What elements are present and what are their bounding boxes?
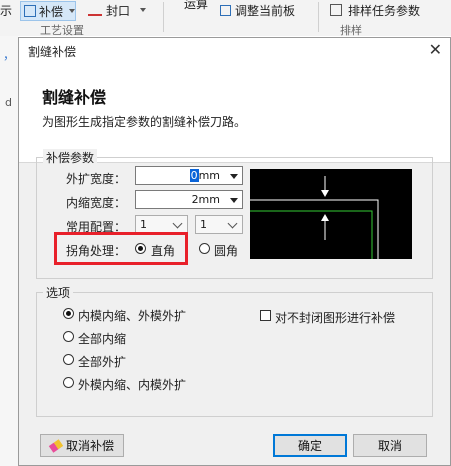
dropdown-arrow-icon [230,174,238,179]
ok-button[interactable]: 确定 [273,434,347,457]
ribbon-adjust-board-button[interactable]: 调整当前板 [220,1,295,19]
seal-icon [88,4,102,16]
chevron-down-icon [227,218,238,229]
close-icon[interactable]: ✕ [429,40,442,59]
ok-label: 确定 [297,439,322,453]
ribbon-sort-task-label: 排样任务参数 [348,3,421,18]
corner-label: 拐角处理： [66,244,127,258]
corner-round-radio[interactable] [199,243,210,254]
strip-mark: ， [3,48,16,62]
chevron-down-icon [172,218,183,229]
option-label-1[interactable]: 全部内缩 [78,330,126,347]
corner-straight-label[interactable]: 直角 [151,242,175,259]
cancel-label: 取消 [377,439,402,453]
chevron-down-icon [69,9,75,13]
dialog-titlebar: 割缝补偿 ✕ [19,38,450,64]
preview-outer-line [250,199,379,259]
eraser-icon [48,438,64,453]
outer-width-combo[interactable]: 0mm [135,166,243,185]
outer-width-selected-text: 0 [189,169,199,182]
preset-combo-b[interactable]: 1 [195,215,243,234]
inner-width-label: 内缩宽度： [66,196,127,210]
ribbon-separator [163,2,164,32]
inner-width-value: 2mm [191,193,220,206]
ribbon-adjust-board-label: 调整当前板 [235,3,296,18]
ribbon-left-fragment: 示 [0,3,13,18]
dropdown-arrow-icon [230,198,238,203]
outer-width-value: 0mm [189,169,220,182]
outer-width-label: 外扩宽度： [66,172,127,186]
inner-width-combo[interactable]: 2mm [135,190,243,209]
dialog-window-title: 割缝补偿 [28,45,77,59]
arrow-down-icon [321,190,329,197]
option-radio-3[interactable] [63,377,74,388]
preview-inner-line [250,210,373,259]
board-icon [220,4,231,16]
ribbon-seal-button[interactable]: 封口 [88,1,147,19]
preset-b-value: 1 [200,218,207,231]
ribbon-calc-fragment: 运算 [184,0,209,11]
dialog-description: 为图形生成指定参数的割缝补偿刀路。 [42,115,247,129]
option-radio-1[interactable] [63,331,74,342]
ribbon-seal-label: 封口 [106,3,131,18]
option-label-2[interactable]: 全部外扩 [78,353,126,370]
ribbon-separator [318,2,319,32]
no-close-label[interactable]: 对不封闭图形进行补偿 [275,309,395,326]
comp-preview-svg [250,176,379,259]
corner-round-label[interactable]: 圆角 [214,242,238,259]
ribbon-comp-button[interactable]: 补偿 [20,1,76,21]
outer-width-unit: mm [198,169,220,182]
ribbon-sort-task-button[interactable]: 排样任务参数 [330,1,420,19]
cancel-comp-button[interactable]: 取消补偿 [40,434,124,457]
option-label-3[interactable]: 外模内缩、内模外扩 [78,376,186,393]
ribbon-toolbar: 示 补偿 封口 工艺设置 运算 调整当前板 排样任务参数 排样 [0,0,451,37]
list-icon [330,4,342,16]
strip-mark: d [5,96,12,109]
options-label: 选项 [43,284,74,301]
ribbon-group-label-right: 排样 [340,24,362,37]
ribbon-comp-label: 补偿 [39,4,64,19]
option-radio-0[interactable] [63,308,74,319]
chevron-down-icon [140,8,147,12]
option-radio-2[interactable] [63,354,74,365]
comp-params-label: 补偿参数 [43,149,98,166]
cut-comp-dialog: 割缝补偿 ✕ 割缝补偿 为图形生成指定参数的割缝补偿刀路。 补偿参数 外扩宽度：… [18,37,451,466]
dialog-heading: 割缝补偿 [42,88,107,107]
ribbon-group-label-left: 工艺设置 [40,24,84,37]
comp-icon [24,5,36,17]
preset-a-value: 1 [140,218,147,231]
cancel-comp-label: 取消补偿 [65,439,114,453]
comp-preview-image [250,169,412,259]
background-left-strip: ， d [0,36,18,466]
option-label-0[interactable]: 内模内缩、外模外扩 [78,307,186,324]
cancel-button[interactable]: 取消 [353,434,427,457]
corner-straight-radio[interactable] [135,243,146,254]
no-close-checkbox[interactable] [260,310,271,321]
